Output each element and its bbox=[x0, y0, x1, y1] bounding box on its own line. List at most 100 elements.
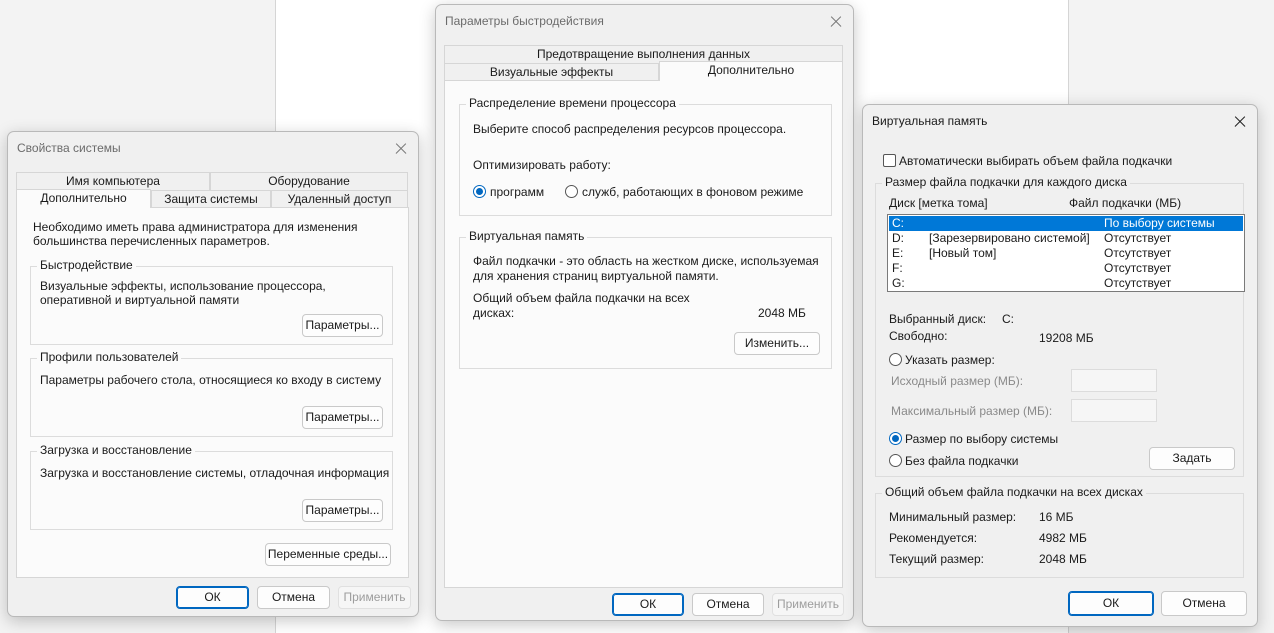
custom-size-label[interactable]: Указать размер: bbox=[905, 353, 995, 367]
initial-size-label: Исходный размер (МБ): bbox=[891, 374, 1024, 388]
group-title: Виртуальная память bbox=[466, 229, 588, 243]
cancel-button[interactable]: Отмена bbox=[1161, 591, 1247, 616]
user-profiles-group: Профили пользователей Параметры рабочего… bbox=[30, 350, 393, 437]
cpu-desc: Выберите способ распределения ресурсов п… bbox=[473, 122, 787, 136]
tab-system-protection[interactable]: Защита системы bbox=[151, 190, 271, 208]
recommended-value: 4982 МБ bbox=[1039, 531, 1087, 545]
virtual-memory-group: Виртуальная память Файл подкачки - это о… bbox=[459, 229, 832, 369]
drive-status: Отсутствует bbox=[1104, 276, 1172, 290]
drive-letter: F: bbox=[892, 261, 903, 275]
custom-size-radio[interactable] bbox=[889, 353, 902, 366]
title-bar: Параметры быстродействия bbox=[436, 5, 853, 39]
programs-label[interactable]: программ bbox=[490, 185, 544, 199]
tab-visual-effects[interactable]: Визуальные эффекты bbox=[444, 63, 659, 81]
window-title: Виртуальная память bbox=[872, 114, 988, 128]
optimize-label: Оптимизировать работу: bbox=[473, 158, 611, 172]
tab-hardware[interactable]: Оборудование bbox=[210, 172, 408, 190]
window-title: Параметры быстродействия bbox=[445, 14, 604, 28]
drive-status: Отсутствует bbox=[1104, 261, 1172, 275]
tab-label: Дополнительно bbox=[40, 191, 127, 205]
tab-label: Защита системы bbox=[164, 192, 258, 206]
change-button[interactable]: Изменить... bbox=[734, 332, 820, 355]
drive-row[interactable]: F: Отсутствует bbox=[889, 261, 1243, 276]
title-bar: Свойства системы bbox=[8, 132, 418, 166]
environment-variables-button[interactable]: Переменные среды... bbox=[265, 543, 391, 566]
selected-drive-label: Выбранный диск: bbox=[889, 312, 987, 326]
ok-button[interactable]: ОК bbox=[176, 586, 249, 609]
drive-letter: E: bbox=[892, 246, 904, 260]
services-radio[interactable] bbox=[565, 185, 578, 198]
group-desc: Загрузка и восстановление системы, отлад… bbox=[40, 466, 390, 480]
group-title: Загрузка и восстановление bbox=[37, 443, 195, 457]
initial-size-input[interactable] bbox=[1071, 369, 1157, 392]
free-space-value: 19208 МБ bbox=[1039, 331, 1094, 345]
col-size-header: Файл подкачки (МБ) bbox=[1069, 196, 1182, 210]
drive-status: Отсутствует bbox=[1104, 246, 1172, 260]
close-icon[interactable] bbox=[1229, 111, 1251, 133]
no-pagefile-label[interactable]: Без файла подкачки bbox=[905, 454, 1018, 468]
group-title: Распределение времени процессора bbox=[466, 96, 679, 110]
tab-advanced[interactable]: Дополнительно bbox=[659, 61, 843, 81]
apply-button[interactable]: Применить bbox=[338, 586, 411, 609]
startup-settings-button[interactable]: Параметры... bbox=[302, 499, 383, 522]
group-title: Размер файла подкачки для каждого диска bbox=[882, 175, 1130, 189]
close-icon[interactable] bbox=[390, 138, 412, 160]
tab-label: Предотвращение выполнения данных bbox=[536, 47, 751, 61]
tab-panel-advanced: Распределение времени процессора Выберит… bbox=[444, 80, 843, 588]
tab-label: Оборудование bbox=[268, 174, 350, 188]
col-drive-header: Диск [метка тома] bbox=[889, 196, 988, 210]
tab-remote[interactable]: Удаленный доступ bbox=[271, 190, 408, 208]
drive-letter: C: bbox=[892, 216, 904, 230]
drive-list[interactable]: C: По выбору системы D: [Зарезервировано… bbox=[887, 214, 1245, 292]
drive-row[interactable]: E: [Новый том] Отсутствует bbox=[889, 246, 1243, 261]
performance-group: Быстродействие Визуальные эффекты, испол… bbox=[30, 258, 393, 345]
startup-recovery-group: Загрузка и восстановление Загрузка и вос… bbox=[30, 443, 393, 530]
cpu-scheduling-group: Распределение времени процессора Выберит… bbox=[459, 96, 832, 216]
group-title: Общий объем файла подкачки на всех диска… bbox=[882, 485, 1146, 499]
drive-status: По выбору системы bbox=[1104, 216, 1215, 230]
vm-total-label: Общий объем файла подкачки на всех диска… bbox=[473, 291, 690, 320]
system-managed-label[interactable]: Размер по выбору системы bbox=[905, 432, 1058, 446]
vm-desc: Файл подкачки - это область на жестком д… bbox=[473, 254, 819, 283]
max-size-input[interactable] bbox=[1071, 399, 1157, 422]
recommended-label: Рекомендуется: bbox=[889, 531, 978, 545]
auto-pagefile-checkbox[interactable] bbox=[883, 154, 896, 167]
tab-label: Удаленный доступ bbox=[287, 192, 392, 206]
drive-label: [Новый том] bbox=[929, 246, 997, 260]
apply-button[interactable]: Применить bbox=[772, 593, 844, 616]
no-pagefile-radio[interactable] bbox=[889, 454, 902, 467]
virtual-memory-window: Виртуальная память Автоматически выбират… bbox=[862, 104, 1258, 627]
drive-row[interactable]: D: [Зарезервировано системой] Отсутствуе… bbox=[889, 231, 1243, 246]
drive-label: [Зарезервировано системой] bbox=[929, 231, 1090, 245]
tab-computer-name[interactable]: Имя компьютера bbox=[16, 172, 210, 190]
ok-button[interactable]: ОК bbox=[1068, 591, 1154, 616]
tab-panel-advanced: Необходимо иметь права администратора дл… bbox=[16, 207, 409, 578]
totals-group: Общий объем файла подкачки на всех диска… bbox=[875, 485, 1244, 578]
window-title: Свойства системы bbox=[17, 141, 121, 155]
tab-advanced[interactable]: Дополнительно bbox=[16, 189, 151, 208]
system-managed-radio[interactable] bbox=[889, 432, 902, 445]
auto-pagefile-label[interactable]: Автоматически выбирать объем файла подка… bbox=[899, 154, 1172, 168]
programs-radio[interactable] bbox=[473, 185, 486, 198]
min-size-label: Минимальный размер: bbox=[889, 510, 1017, 524]
current-size-label: Текущий размер: bbox=[889, 552, 984, 566]
title-bar: Виртуальная память bbox=[863, 105, 1257, 139]
current-size-value: 2048 МБ bbox=[1039, 552, 1087, 566]
services-label[interactable]: служб, работающих в фоновом режиме bbox=[582, 185, 803, 199]
tab-label: Визуальные эффекты bbox=[489, 65, 614, 79]
cancel-button[interactable]: Отмена bbox=[692, 593, 764, 616]
cancel-button[interactable]: Отмена bbox=[257, 586, 330, 609]
per-drive-group: Размер файла подкачки для каждого диска … bbox=[875, 175, 1245, 477]
profiles-settings-button[interactable]: Параметры... bbox=[302, 406, 383, 429]
performance-settings-button[interactable]: Параметры... bbox=[302, 314, 383, 337]
selected-drive-value: C: bbox=[1002, 312, 1014, 326]
ok-button[interactable]: ОК bbox=[612, 593, 684, 616]
drive-letter: G: bbox=[892, 276, 905, 290]
drive-row[interactable]: G: Отсутствует bbox=[889, 276, 1243, 291]
drive-row[interactable]: C: По выбору системы bbox=[889, 216, 1243, 231]
drive-letter: D: bbox=[892, 231, 904, 245]
drive-status: Отсутствует bbox=[1104, 231, 1172, 245]
tab-label: Дополнительно bbox=[707, 63, 795, 77]
close-icon[interactable] bbox=[825, 11, 847, 33]
set-button[interactable]: Задать bbox=[1149, 447, 1235, 470]
